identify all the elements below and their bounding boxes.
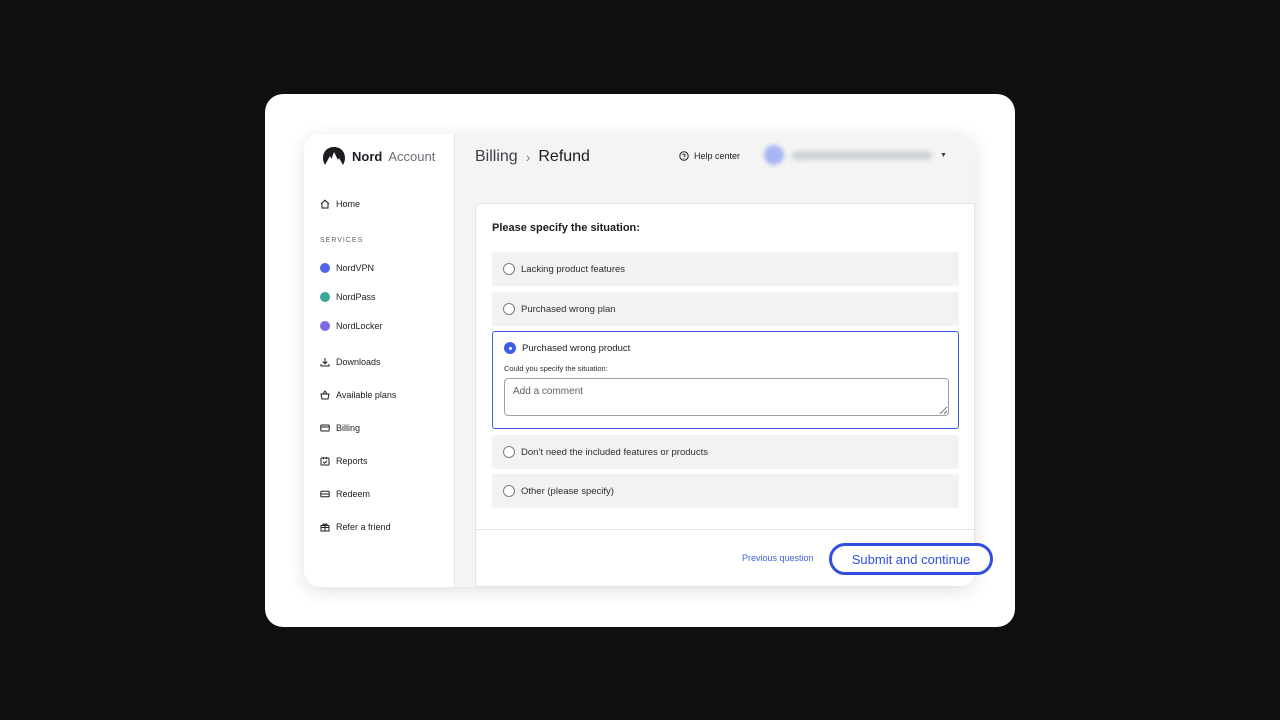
previous-question-link[interactable]: Previous question xyxy=(742,553,814,563)
refund-form-card: Please specify the situation: Lacking pr… xyxy=(475,203,975,587)
nordlocker-icon xyxy=(320,321,330,331)
report-icon xyxy=(320,456,330,466)
sidebar-item-label: Refer a friend xyxy=(336,522,391,532)
download-icon xyxy=(320,357,330,367)
app-window: Nord Account Home SERVICES NordVPN NordP… xyxy=(304,134,975,587)
sidebar-item-redeem[interactable]: Redeem xyxy=(320,486,370,502)
submit-and-continue-button[interactable]: Submit and continue xyxy=(829,543,993,575)
sidebar-item-label: Reports xyxy=(336,456,368,466)
sidebar-item-available-plans[interactable]: Available plans xyxy=(320,387,396,403)
brand-product: Account xyxy=(388,148,436,164)
option-label: Don’t need the included features or prod… xyxy=(521,446,708,458)
nordpass-icon xyxy=(320,292,330,302)
sidebar-item-label: NordLocker xyxy=(336,321,383,331)
sidebar-item-downloads[interactable]: Downloads xyxy=(320,354,381,370)
option-wrong-plan[interactable]: Purchased wrong plan xyxy=(492,292,959,326)
nord-account-logo[interactable]: Nord Account xyxy=(322,146,435,166)
breadcrumb-separator-icon: › xyxy=(525,149,531,165)
question-heading: Please specify the situation: xyxy=(492,222,640,234)
account-menu[interactable]: ▼ xyxy=(764,145,947,165)
option-dont-need[interactable]: Don’t need the included features or prod… xyxy=(492,435,959,469)
sidebar: Nord Account Home SERVICES NordVPN NordP… xyxy=(304,134,455,587)
option-lacking-features[interactable]: Lacking product features xyxy=(492,252,959,286)
services-section-label: SERVICES xyxy=(320,237,364,244)
help-center-link[interactable]: Help center xyxy=(679,151,740,161)
sidebar-item-nordvpn[interactable]: NordVPN xyxy=(320,260,374,276)
sidebar-item-home[interactable]: Home xyxy=(320,196,360,212)
radio-button-selected[interactable] xyxy=(504,342,516,354)
followup-label: Could you specify the situation: xyxy=(504,364,608,373)
credit-card-icon xyxy=(320,423,330,433)
footer-divider xyxy=(476,529,975,530)
sidebar-item-label: Home xyxy=(336,199,361,209)
basket-icon xyxy=(320,390,330,400)
option-label: Purchased wrong product xyxy=(522,342,631,354)
breadcrumb: Billing › Refund xyxy=(475,148,590,166)
nord-mountain-icon xyxy=(323,147,345,165)
home-icon xyxy=(320,199,330,209)
sidebar-item-label: NordPass xyxy=(336,292,376,302)
breadcrumb-billing[interactable]: Billing xyxy=(475,148,518,166)
option-wrong-product[interactable]: Purchased wrong product Could you specif… xyxy=(492,331,959,429)
brand-name: Nord xyxy=(352,148,383,164)
option-label: Other (please specify) xyxy=(521,485,614,497)
radio-button[interactable] xyxy=(503,303,515,315)
sidebar-item-nordpass[interactable]: NordPass xyxy=(320,289,376,305)
sidebar-item-label: Redeem xyxy=(336,489,371,499)
chevron-down-icon: ▼ xyxy=(940,151,947,159)
sidebar-item-nordlocker[interactable]: NordLocker xyxy=(320,318,383,334)
gift-icon xyxy=(320,522,330,532)
page-title: Refund xyxy=(538,148,590,165)
option-label: Lacking product features xyxy=(521,263,626,275)
option-other[interactable]: Other (please specify) xyxy=(492,474,959,508)
sidebar-item-reports[interactable]: Reports xyxy=(320,453,368,469)
sidebar-item-label: Billing xyxy=(336,423,361,433)
ticket-icon xyxy=(320,489,330,499)
radio-button[interactable] xyxy=(503,485,515,497)
sidebar-item-label: NordVPN xyxy=(336,263,375,273)
sidebar-item-label: Available plans xyxy=(336,390,397,400)
radio-button[interactable] xyxy=(503,446,515,458)
account-email-blurred xyxy=(792,150,932,160)
avatar xyxy=(764,145,784,165)
comment-field[interactable] xyxy=(504,378,949,416)
sidebar-item-refer-a-friend[interactable]: Refer a friend xyxy=(320,519,391,535)
sidebar-item-billing[interactable]: Billing xyxy=(320,420,360,436)
nordvpn-icon xyxy=(320,263,330,273)
help-icon xyxy=(679,151,689,161)
option-label: Purchased wrong plan xyxy=(521,303,616,315)
help-center-label: Help center xyxy=(694,151,741,161)
radio-button[interactable] xyxy=(503,263,515,275)
sidebar-item-label: Downloads xyxy=(336,357,381,367)
